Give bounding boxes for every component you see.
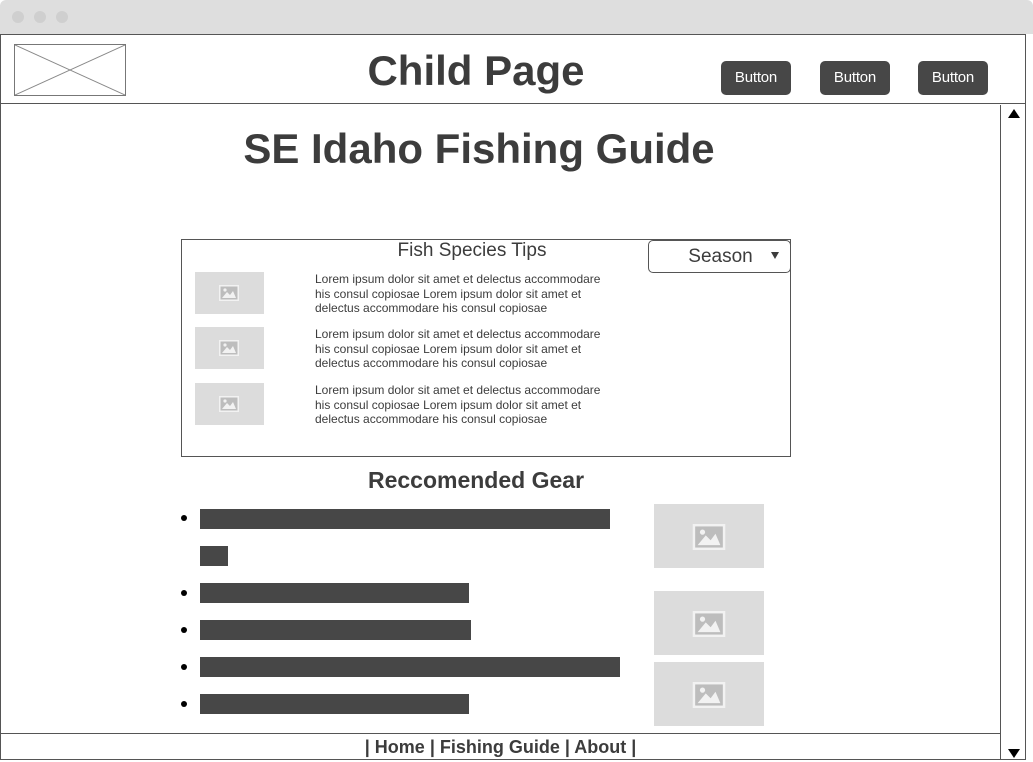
tip-image — [195, 327, 264, 369]
gear-image-2 — [654, 591, 764, 655]
tips-panel-title: Fish Species Tips — [397, 240, 547, 261]
scroll-up-arrow-icon[interactable] — [1008, 109, 1020, 118]
bullet-icon — [181, 701, 187, 707]
image-icon — [692, 682, 726, 708]
vertical-scrollbar[interactable] — [1000, 105, 1025, 759]
page-title: SE Idaho Fishing Guide — [243, 125, 715, 172]
gear-item-1-text-line-1 — [200, 509, 610, 529]
header-button-2[interactable]: Button — [820, 61, 890, 95]
tip-text-1: Lorem ipsum dolor sit amet et delectus a… — [315, 272, 601, 315]
image-icon — [219, 340, 239, 356]
tip-text-3: Lorem ipsum dolor sit amet et delectus a… — [315, 383, 601, 426]
window-dot-close[interactable] — [12, 11, 24, 23]
gear-item-1-text-line-2 — [200, 546, 228, 566]
gear-item-5-text — [200, 694, 469, 714]
scroll-down-arrow-icon[interactable] — [1008, 749, 1020, 758]
tip-text-2: Lorem ipsum dolor sit amet et delectus a… — [315, 327, 601, 370]
logo-placeholder-image — [14, 44, 126, 96]
image-icon — [219, 285, 239, 301]
tip-image — [195, 383, 264, 425]
header-button-3[interactable]: Button — [918, 61, 988, 95]
image-icon — [692, 524, 726, 550]
tip-image — [195, 272, 264, 314]
bullet-icon — [181, 590, 187, 596]
recommended-gear-title: Reccomended Gear — [367, 467, 585, 493]
window-dot-maximize[interactable] — [56, 11, 68, 23]
footer-nav[interactable]: | Home | Fishing Guide | About | — [1, 733, 1000, 760]
fish-species-tips-panel: Fish Species Tips Season Lorem ipsum dol… — [181, 239, 791, 457]
gear-image-1 — [654, 504, 764, 568]
header-title: Child Page — [367, 47, 585, 94]
season-dropdown[interactable]: Season — [648, 240, 791, 273]
gear-image-3 — [654, 662, 764, 726]
gear-item-2-text — [200, 583, 469, 603]
image-icon — [692, 611, 726, 637]
window-titlebar — [0, 0, 1033, 34]
main-content: SE Idaho Fishing Guide Fish Species Tips… — [1, 105, 999, 733]
bullet-icon — [181, 627, 187, 633]
caret-down-icon — [771, 252, 779, 259]
gear-item-4-text — [200, 657, 620, 677]
bullet-icon — [181, 664, 187, 670]
page-header: Child Page Button Button Button — [1, 35, 1025, 104]
gear-item-3-text — [200, 620, 471, 640]
bullet-icon — [181, 515, 187, 521]
browser-window: Child Page Button Button Button SE Idaho… — [0, 34, 1026, 760]
header-button-1[interactable]: Button — [721, 61, 791, 95]
window-dot-minimize[interactable] — [34, 11, 46, 23]
image-placeholder-icon — [15, 45, 125, 95]
image-icon — [219, 396, 239, 412]
